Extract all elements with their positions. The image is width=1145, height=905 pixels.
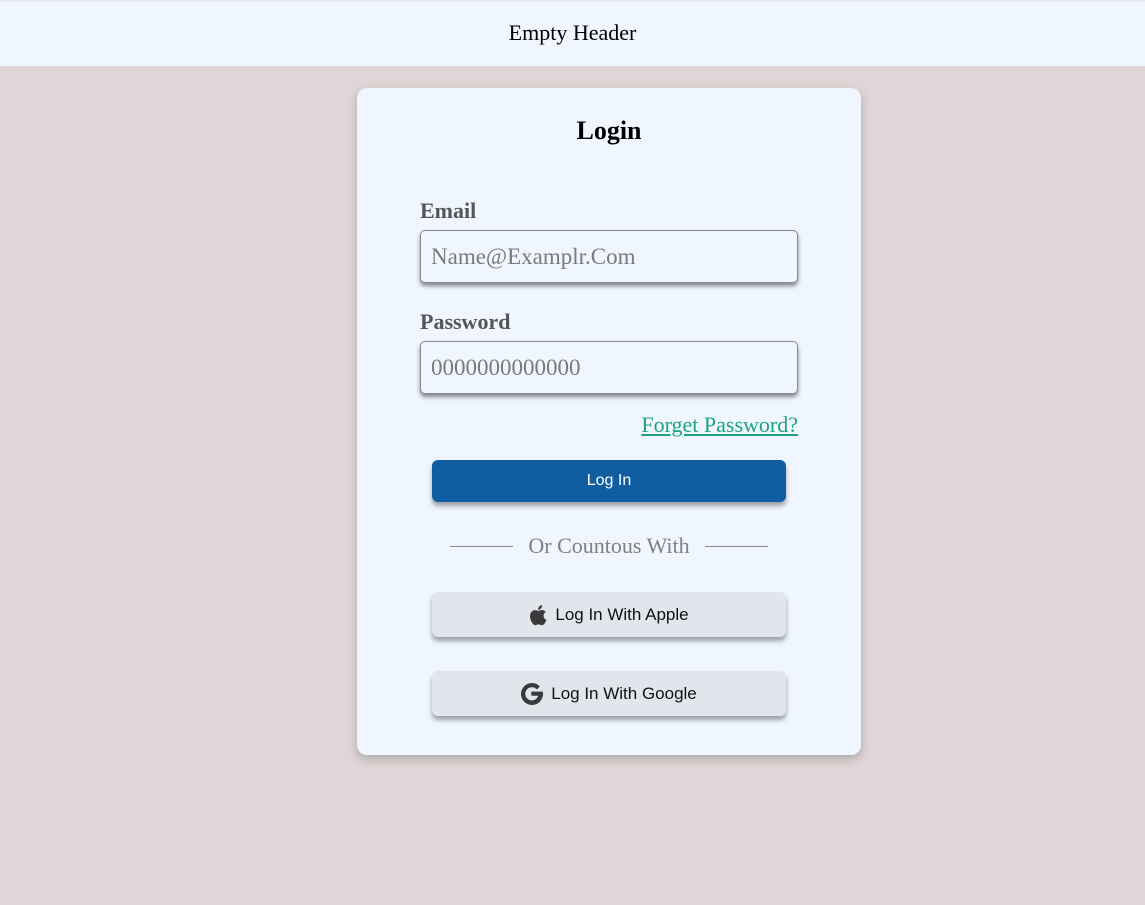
forgot-password-link[interactable]: Forget Password? — [641, 412, 798, 438]
email-label: Email — [420, 198, 477, 223]
apple-login-button[interactable]: Log In With Apple — [432, 592, 786, 637]
apple-icon — [529, 604, 547, 626]
divider-line-right — [705, 545, 768, 547]
divider-text: Or Countous With — [528, 533, 690, 558]
password-label: Password — [420, 309, 511, 334]
login-title: Login — [576, 116, 642, 145]
email-field[interactable] — [420, 230, 798, 283]
login-card: Login Email Password Forget Password? Lo… — [357, 88, 861, 755]
login-button[interactable]: Log In — [432, 460, 786, 502]
google-icon — [521, 682, 544, 705]
header-title: Empty Header — [508, 20, 637, 45]
social-divider: Or Countous With — [450, 533, 768, 559]
apple-login-label: Log In With Apple — [555, 604, 689, 624]
google-login-label: Log In With Google — [551, 683, 697, 703]
divider-line-left — [450, 545, 513, 547]
google-login-button[interactable]: Log In With Google — [432, 671, 786, 716]
page-header: Empty Header — [0, 0, 1145, 66]
password-field[interactable] — [420, 341, 798, 394]
